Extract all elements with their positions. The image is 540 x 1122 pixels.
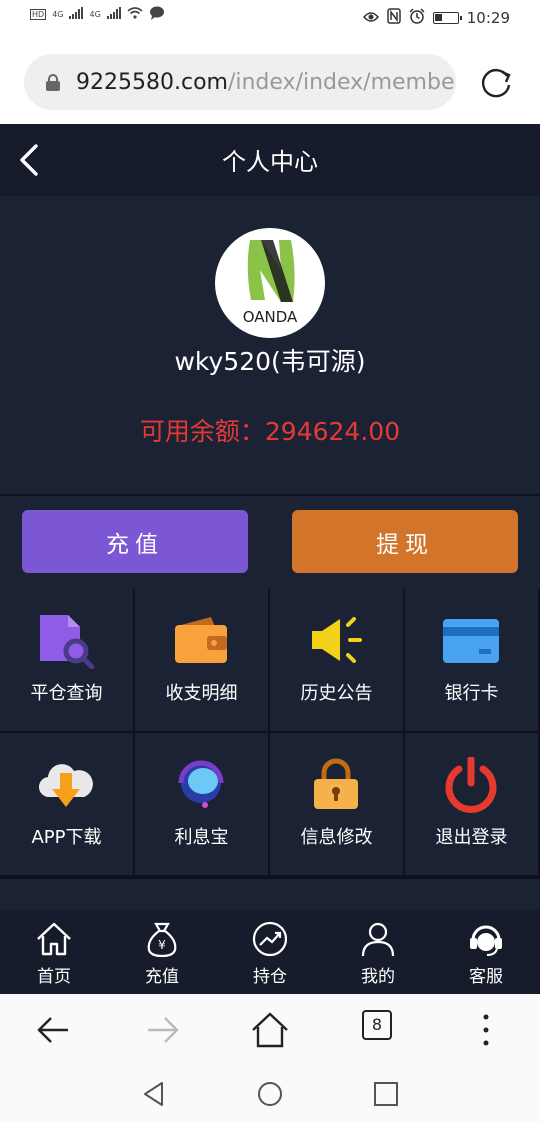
system-home-icon[interactable] xyxy=(256,1080,284,1108)
lock-icon xyxy=(314,758,358,809)
system-nav-bar xyxy=(0,1066,540,1122)
status-bar: HD 4G 4G 10:29 xyxy=(0,0,540,40)
lock-icon xyxy=(46,74,60,91)
nav-positions[interactable]: 持仓 xyxy=(230,918,310,990)
trend-icon xyxy=(252,921,288,957)
alarm-icon xyxy=(409,8,425,28)
svg-text:¥: ¥ xyxy=(158,938,166,952)
app-header: 个人中心 xyxy=(0,124,540,196)
back-icon[interactable] xyxy=(34,1010,74,1050)
hd-badge: HD xyxy=(30,8,47,20)
reload-icon[interactable] xyxy=(480,66,514,100)
signal-icon-1 xyxy=(69,7,84,21)
grid-label: 平仓查询 xyxy=(30,683,103,704)
nav-recharge[interactable]: ¥ 充值 xyxy=(122,918,202,990)
feature-grid: 平仓查询 收支明细 历史公告 银行卡 APP下载 利息宝 信息修改 退出登录 xyxy=(0,589,540,879)
headset-icon xyxy=(178,760,224,808)
cloud-download-icon xyxy=(38,764,93,807)
forward-icon[interactable] xyxy=(142,1010,182,1050)
nfc-icon xyxy=(387,8,401,28)
grid-label: 退出登录 xyxy=(435,827,508,848)
network-4g-2: 4G xyxy=(89,9,101,19)
megaphone-icon xyxy=(312,617,362,663)
url-domain: 9225580.com xyxy=(76,69,228,95)
balance-label: 可用余额： xyxy=(139,417,265,446)
system-recents-icon[interactable] xyxy=(372,1080,400,1108)
profile-section: OANDA wky520(韦可源) 可用余额：294624.00 xyxy=(0,196,540,494)
home-icon xyxy=(37,922,71,956)
money-bag-icon: ¥ xyxy=(147,922,177,958)
network-4g-1: 4G xyxy=(52,9,64,19)
browser-address-row: 9225580.com /index/index/membe xyxy=(0,40,540,124)
avatar: OANDA xyxy=(215,228,325,338)
grid-label: 信息修改 xyxy=(300,827,373,848)
user-icon xyxy=(361,922,395,957)
nav-label: 持仓 xyxy=(253,967,287,987)
grid-item-transactions[interactable]: 收支明细 xyxy=(135,589,268,731)
signal-icon-2 xyxy=(106,7,121,21)
browser-toolbar: 8 xyxy=(0,994,540,1066)
status-left: HD 4G 4G xyxy=(30,6,165,22)
recharge-button[interactable]: 充值 xyxy=(22,510,248,573)
grid-label: 银行卡 xyxy=(444,683,499,704)
chat-icon xyxy=(149,6,165,22)
bank-card-icon xyxy=(443,619,499,663)
status-time: 10:29 xyxy=(466,9,510,27)
page-title: 个人中心 xyxy=(222,148,318,176)
nav-label: 首页 xyxy=(37,967,71,987)
nav-label: 我的 xyxy=(361,967,395,987)
grid-label: 利息宝 xyxy=(174,827,229,848)
url-path: /index/index/membe xyxy=(227,69,455,95)
divider xyxy=(0,494,540,496)
grid-item-close-query[interactable]: 平仓查询 xyxy=(0,589,133,731)
wifi-icon xyxy=(127,7,143,21)
nav-home[interactable]: 首页 xyxy=(14,918,94,990)
nav-service[interactable]: 客服 xyxy=(446,918,526,990)
username: wky520(韦可源) xyxy=(174,347,366,376)
system-back-icon[interactable] xyxy=(140,1080,168,1108)
grid-item-interest[interactable]: 利息宝 xyxy=(135,733,268,875)
grid-label: APP下载 xyxy=(31,827,102,848)
wallet-icon xyxy=(175,617,227,663)
home-icon[interactable] xyxy=(250,1010,290,1050)
nav-mine[interactable]: 我的 xyxy=(338,918,418,990)
balance: 可用余额：294624.00 xyxy=(0,412,540,448)
grid-item-bank-card[interactable]: 银行卡 xyxy=(405,589,538,731)
power-icon xyxy=(445,757,497,813)
app-container: 个人中心 OANDA wky520(韦可源) 可用余额：294624.00 充值… xyxy=(0,124,540,994)
nav-label: 客服 xyxy=(469,967,503,987)
status-right: 10:29 xyxy=(362,8,510,28)
url-bar[interactable]: 9225580.com /index/index/membe xyxy=(24,54,456,110)
grid-item-edit-info[interactable]: 信息修改 xyxy=(270,733,403,875)
search-doc-icon xyxy=(40,615,95,669)
customer-service-icon xyxy=(470,925,502,956)
more-icon[interactable] xyxy=(466,1010,506,1050)
grid-item-app-download[interactable]: APP下载 xyxy=(0,733,133,875)
grid-label: 历史公告 xyxy=(300,683,373,704)
avatar-text: OANDA xyxy=(242,308,298,326)
tab-count-button[interactable]: 8 xyxy=(362,1010,392,1040)
battery-icon xyxy=(432,12,462,24)
grid-item-announcements[interactable]: 历史公告 xyxy=(270,589,403,731)
grid-item-logout[interactable]: 退出登录 xyxy=(405,733,538,875)
grid-label: 收支明细 xyxy=(165,683,238,704)
balance-value: 294624.00 xyxy=(264,417,401,446)
bottom-nav: 首页 ¥ 充值 持仓 我的 客服 xyxy=(0,910,540,994)
nav-label: 充值 xyxy=(145,967,179,987)
eye-icon xyxy=(362,9,379,27)
withdraw-button[interactable]: 提现 xyxy=(292,510,518,573)
